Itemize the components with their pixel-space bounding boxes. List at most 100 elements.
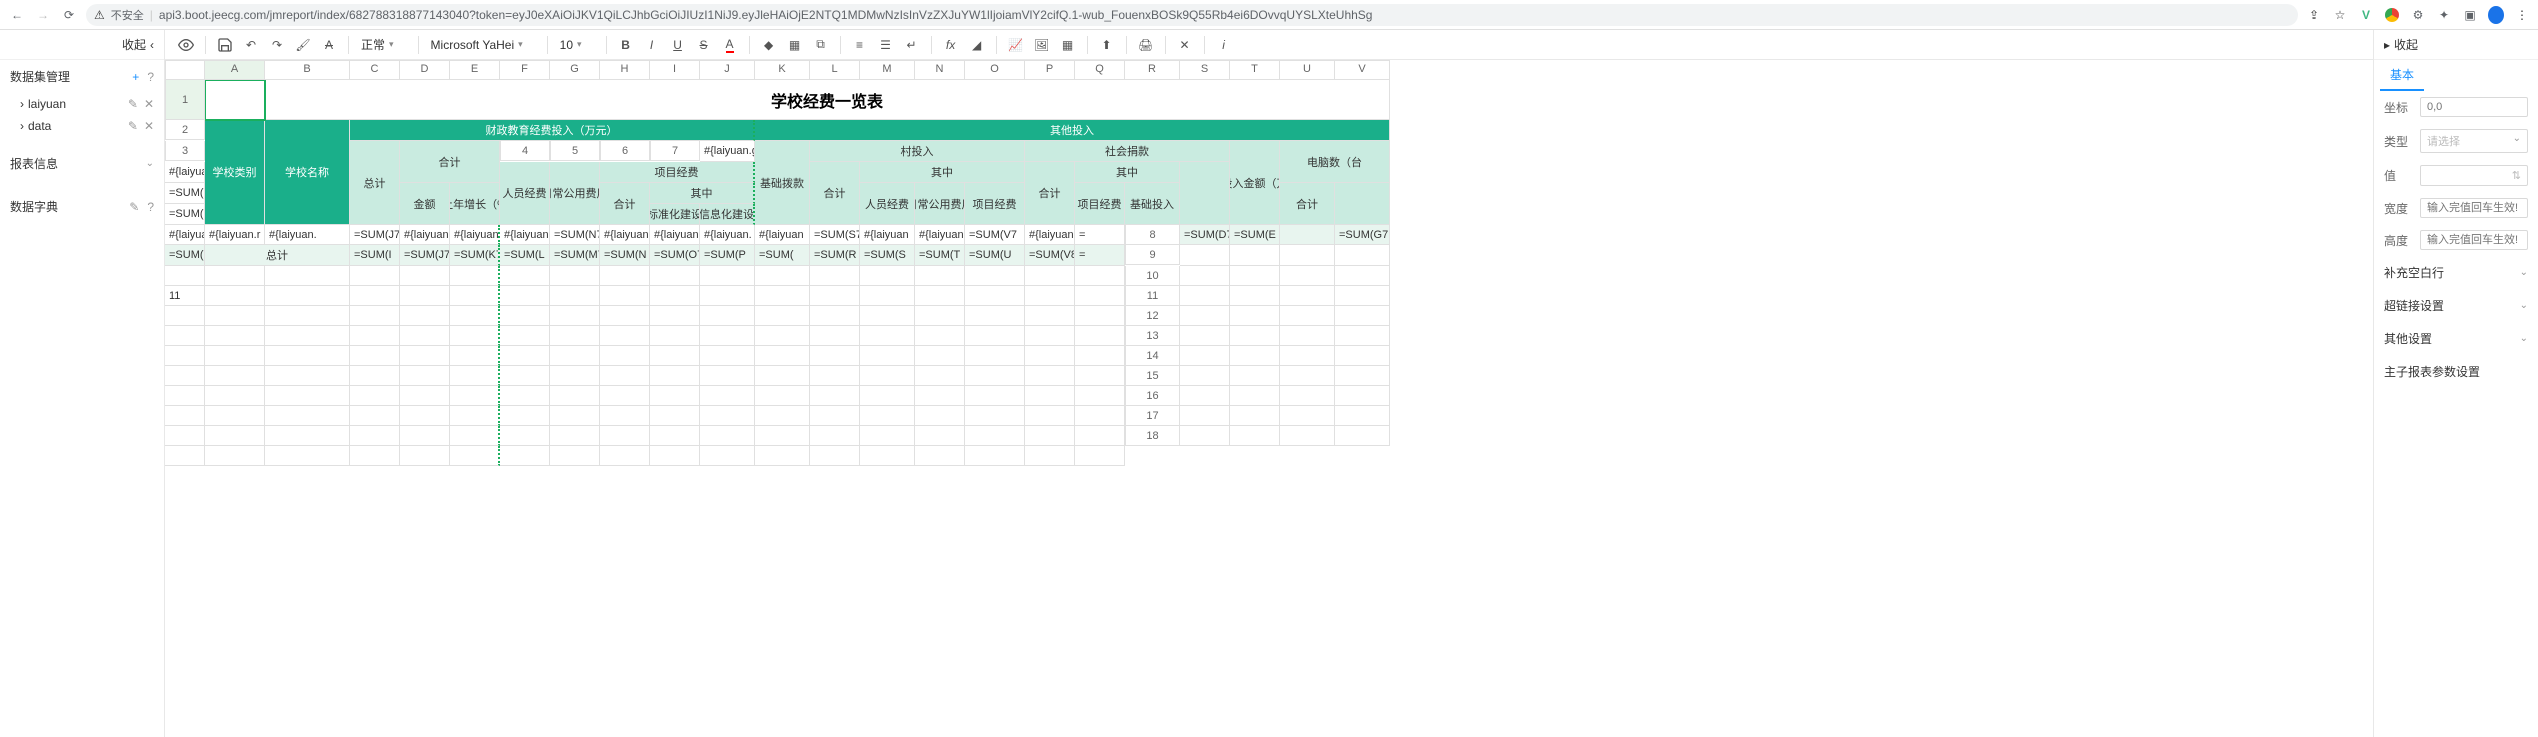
cell[interactable]: 信息化建设: [700, 204, 755, 225]
cell[interactable]: [915, 326, 965, 346]
cell[interactable]: =SUM(L: [500, 245, 550, 266]
cell[interactable]: [1280, 426, 1335, 446]
cell[interactable]: [205, 266, 265, 286]
cell[interactable]: [1025, 386, 1075, 406]
italic-icon[interactable]: I: [641, 34, 663, 56]
cell[interactable]: 比上年增长（%）: [450, 183, 500, 225]
cell[interactable]: [400, 286, 450, 306]
left-collapse[interactable]: 收起 ‹: [0, 30, 164, 60]
type-select[interactable]: 请选择⌄: [2420, 129, 2528, 153]
right-collapse[interactable]: ▸ 收起: [2374, 30, 2538, 60]
cell[interactable]: =SUM(K7): [450, 245, 500, 266]
cell[interactable]: [165, 326, 205, 346]
cell[interactable]: [600, 426, 650, 446]
cell[interactable]: [550, 446, 600, 466]
cell[interactable]: [1025, 326, 1075, 346]
cell[interactable]: [965, 446, 1025, 466]
cell[interactable]: [450, 386, 500, 406]
cell[interactable]: [205, 446, 265, 466]
width-input[interactable]: [2420, 198, 2528, 218]
cell[interactable]: [1335, 266, 1390, 286]
valign-icon[interactable]: ☰: [875, 34, 897, 56]
cell[interactable]: [650, 306, 700, 326]
cell[interactable]: [400, 426, 450, 446]
cell[interactable]: [165, 426, 205, 446]
cell[interactable]: [965, 386, 1025, 406]
cell[interactable]: [1230, 406, 1280, 426]
cell[interactable]: [700, 426, 755, 446]
column-header[interactable]: O: [965, 60, 1025, 80]
app-ext-icon[interactable]: ✦: [2436, 7, 2452, 23]
puzzle-icon[interactable]: ▣: [2462, 7, 2478, 23]
row-header[interactable]: 8: [1125, 225, 1180, 245]
cell[interactable]: [450, 406, 500, 426]
cell[interactable]: [265, 346, 350, 366]
cell[interactable]: [965, 326, 1025, 346]
cell[interactable]: [1280, 406, 1335, 426]
cell[interactable]: 总计: [205, 245, 350, 266]
cell[interactable]: 合计: [600, 183, 650, 225]
cell[interactable]: =SUM(D7): [1180, 225, 1230, 245]
cell[interactable]: =SUM(S7,: [810, 225, 860, 245]
cell[interactable]: 人员经费: [860, 183, 915, 225]
cell[interactable]: =SUM(: [755, 245, 810, 266]
cell[interactable]: [265, 286, 350, 306]
format-select[interactable]: 正常: [357, 34, 410, 55]
cell[interactable]: =SUM(N: [600, 245, 650, 266]
upload-icon[interactable]: ⬆: [1096, 34, 1118, 56]
column-header[interactable]: R: [1125, 60, 1180, 80]
row-header[interactable]: 5: [550, 141, 600, 161]
cell[interactable]: =SUM(G7: [1335, 225, 1390, 245]
cell[interactable]: #{laiyuan.di: [1025, 225, 1075, 245]
cell[interactable]: [915, 426, 965, 446]
clear-format-icon[interactable]: A: [318, 34, 340, 56]
cell[interactable]: [205, 426, 265, 446]
cell[interactable]: [860, 346, 915, 366]
tree-item-data[interactable]: ›data ✎✕: [0, 115, 164, 137]
cell[interactable]: [1075, 326, 1125, 346]
cell[interactable]: [860, 426, 915, 446]
print-icon[interactable]: 🖨: [1135, 34, 1157, 56]
cell[interactable]: [205, 386, 265, 406]
cell[interactable]: =SUM(T: [915, 245, 965, 266]
size-select[interactable]: 10: [556, 36, 598, 54]
cell[interactable]: [1280, 306, 1335, 326]
star-icon[interactable]: ☆: [2332, 7, 2348, 23]
cell[interactable]: [265, 326, 350, 346]
cell[interactable]: [550, 366, 600, 386]
cell[interactable]: [450, 306, 500, 326]
cell[interactable]: [755, 306, 810, 326]
cell[interactable]: [1230, 326, 1280, 346]
cell[interactable]: [1280, 386, 1335, 406]
chart-icon[interactable]: 📈: [1005, 34, 1027, 56]
cell[interactable]: [450, 366, 500, 386]
cell[interactable]: [600, 306, 650, 326]
cell[interactable]: #{laiyuan.: [700, 225, 755, 245]
preview-icon[interactable]: [175, 34, 197, 56]
cell[interactable]: [550, 286, 600, 306]
cell[interactable]: 合计: [1025, 162, 1075, 225]
cell[interactable]: [500, 266, 550, 286]
cell[interactable]: #{laiyuan.richa: [650, 225, 700, 245]
row-header[interactable]: 1: [165, 80, 205, 120]
cell[interactable]: [265, 366, 350, 386]
url-bar[interactable]: ⚠ 不安全 | api3.boot.jeecg.com/jmreport/ind…: [86, 4, 2298, 26]
column-header[interactable]: B: [265, 60, 350, 80]
cell[interactable]: [700, 446, 755, 466]
row-header[interactable]: 3: [165, 141, 205, 161]
cell[interactable]: 日常公用费用: [550, 162, 600, 225]
cell[interactable]: 项目经费: [600, 162, 755, 183]
cell[interactable]: [1025, 266, 1075, 286]
cell[interactable]: [1180, 366, 1230, 386]
cell[interactable]: [205, 306, 265, 326]
cell[interactable]: =SUM(G7,: [165, 204, 205, 225]
row-header[interactable]: 2: [165, 120, 205, 140]
bold-icon[interactable]: B: [615, 34, 637, 56]
column-header[interactable]: K: [755, 60, 810, 80]
brush-icon[interactable]: 🖌: [292, 34, 314, 56]
cell[interactable]: #{laiyuan.gr: [700, 141, 755, 162]
cell[interactable]: #{laiyuan: [915, 225, 965, 245]
fill-blank-section[interactable]: 补充空白行⌄: [2374, 256, 2538, 289]
cell[interactable]: #{laiyuan.bi: [400, 225, 450, 245]
column-header[interactable]: H: [600, 60, 650, 80]
